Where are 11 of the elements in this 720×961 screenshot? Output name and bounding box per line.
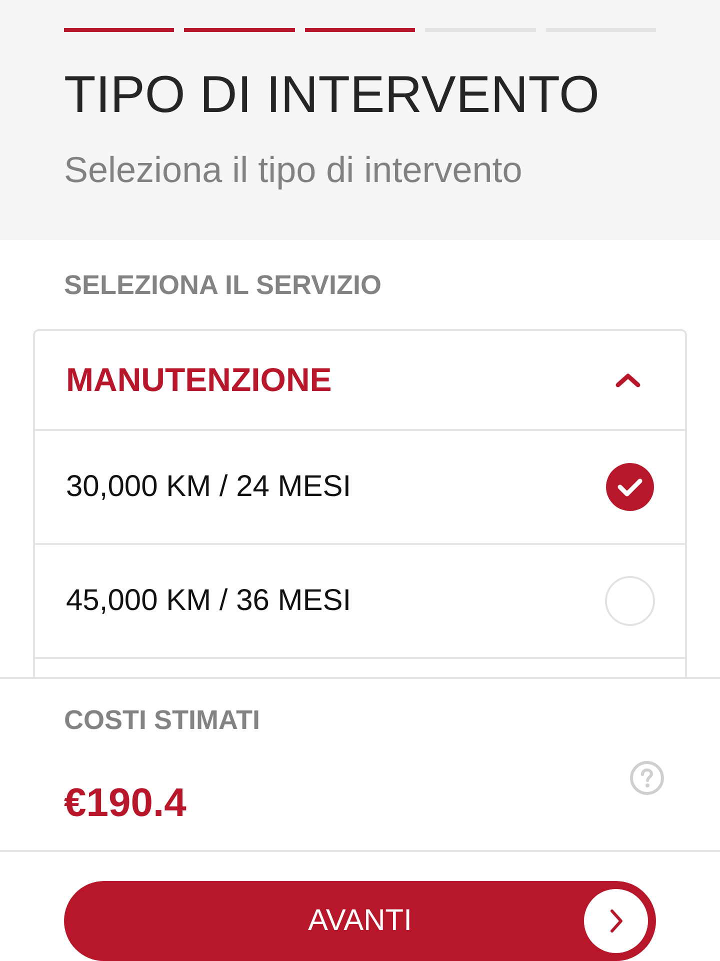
page-title: TIPO DI INTERVENTO (64, 65, 600, 126)
help-icon[interactable] (630, 761, 664, 795)
page-subtitle: Seleziona il tipo di intervento (64, 148, 524, 191)
chevron-right-icon (584, 889, 648, 953)
price-value: €190.4 (64, 780, 188, 827)
accordion-header[interactable]: MANUTENZIONE (35, 331, 685, 431)
service-option[interactable]: 45,000 KM / 36 MESI (35, 545, 685, 659)
next-button[interactable]: AVANTI (64, 881, 656, 961)
cost-label: COSTI STIMATI (64, 704, 261, 736)
section-label: SELEZIONA IL SERVIZIO (64, 269, 383, 301)
service-option[interactable]: 30,000 KM / 24 MESI (35, 431, 685, 545)
